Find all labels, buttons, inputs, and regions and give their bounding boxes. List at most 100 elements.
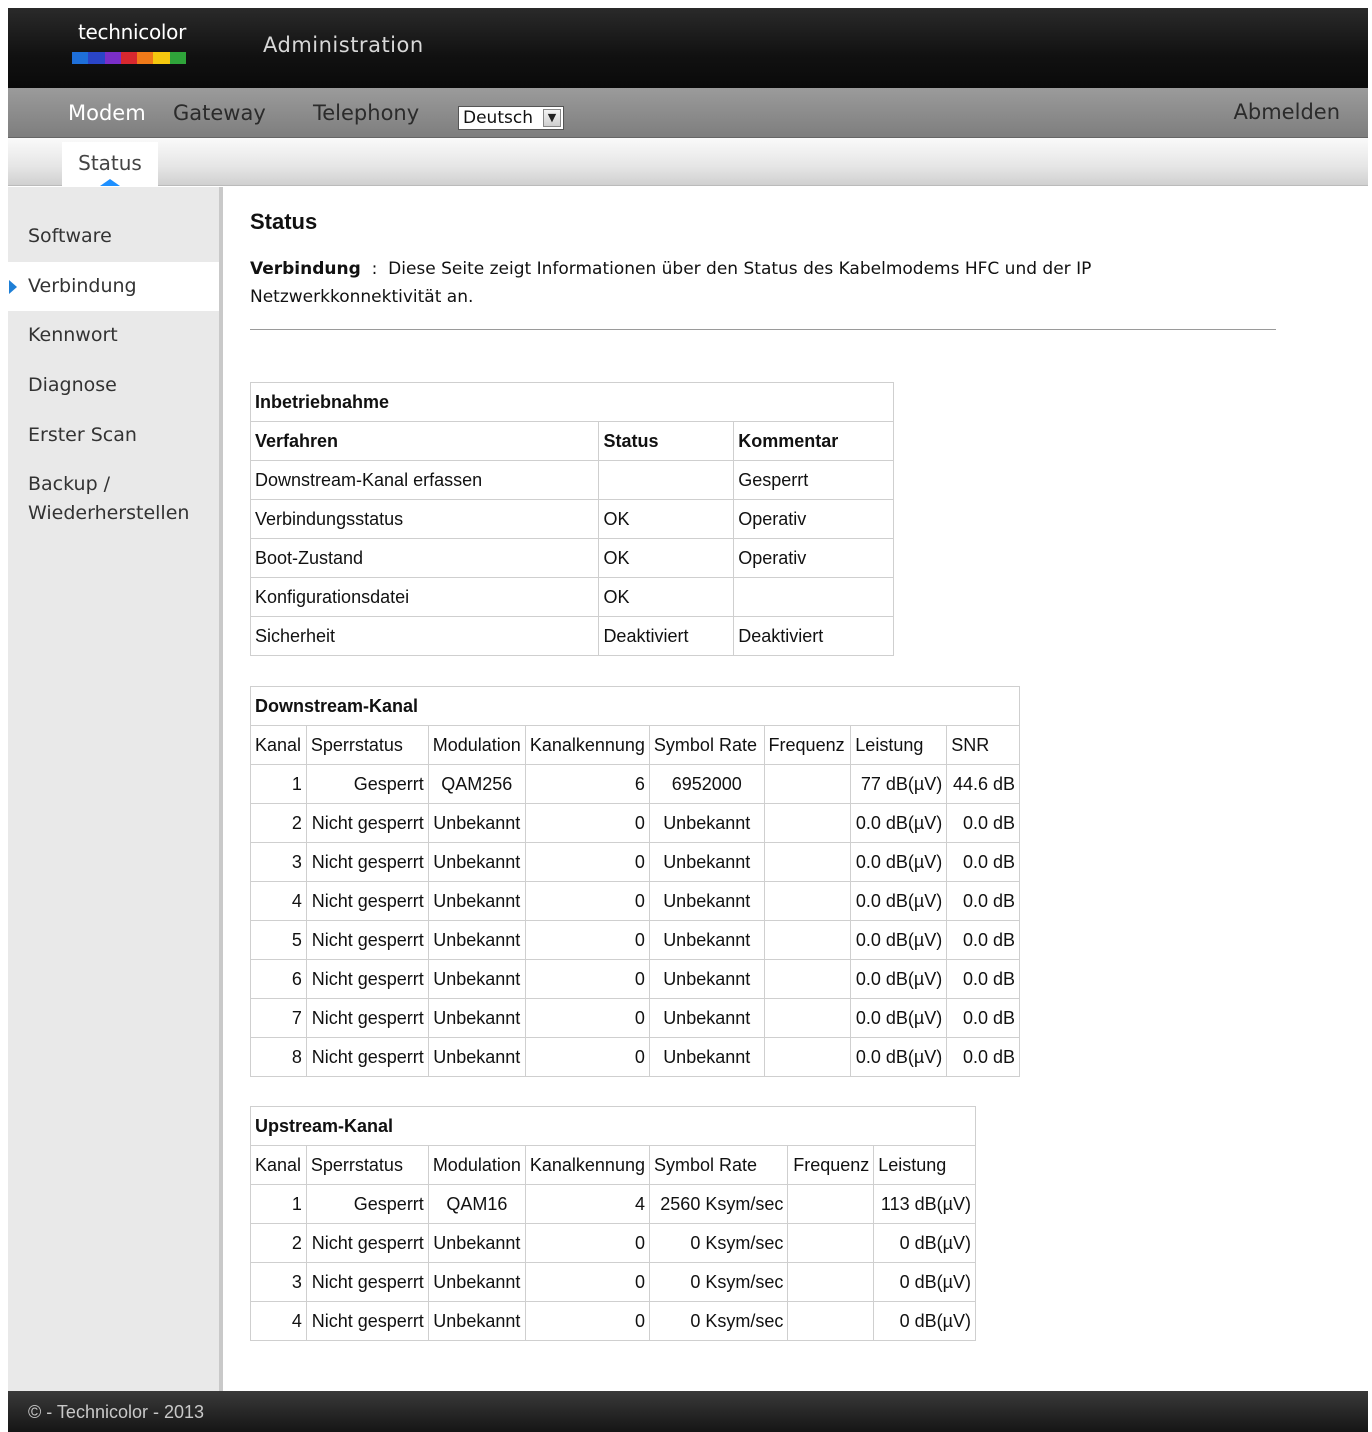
table-cell: 0.0 dB(µV) [850, 920, 948, 960]
table-cell: QAM256 [427, 764, 526, 804]
sidebar-item-software[interactable]: Software [8, 222, 219, 251]
table-cell: 0 [524, 1301, 650, 1341]
table-cell [733, 577, 894, 617]
header-row: Kanal Sperrstatus Modulation Kanalkennun… [250, 1145, 976, 1185]
table-cell: Deaktiviert [598, 616, 735, 656]
main-nav: Modem Gateway Telephony Deutsch ▼ Abmeld… [8, 88, 1368, 138]
table-cell: 0.0 dB [946, 1037, 1020, 1077]
downstream-table: Downstream-Kanal Kanal Sperrstatus Modul… [250, 686, 1020, 1077]
table-cell [787, 1262, 875, 1302]
description-text: : Diese Seite zeigt Informationen über d… [360, 259, 1092, 279]
table-row: Downstream-Kanal erfassen Gesperrt [249, 460, 894, 500]
table-cell: 0 Ksym/sec [648, 1223, 789, 1263]
table-cell: Nicht gesperrt [305, 998, 429, 1038]
table-cell: 6952000 [648, 764, 765, 804]
table-cell: 0 Ksym/sec [648, 1301, 789, 1341]
nav-item-modem[interactable]: Modem [68, 101, 146, 125]
page-description: Verbindung : Diese Seite zeigt Informati… [250, 255, 1170, 311]
language-value: Deutsch [463, 108, 533, 128]
table-cell: Downstream-Kanal erfassen [249, 460, 600, 500]
logo[interactable]: technicolor [78, 20, 186, 44]
table-cell: 5 [250, 920, 307, 960]
sidebar-item-kennwort[interactable]: Kennwort [8, 321, 219, 350]
sidebar: Software Verbindung Kennwort Diagnose Er… [8, 187, 223, 1391]
table-row: 3 Nicht gesperrt Unbekannt 0 Unbekannt 0… [250, 842, 1020, 882]
table-cell: 0 [524, 881, 650, 921]
table-row: Sicherheit Deaktiviert Deaktiviert [249, 616, 894, 656]
table-cell: 8 [250, 1037, 307, 1077]
table-cell: Verbindungsstatus [249, 499, 600, 539]
table-cell: Unbekannt [648, 881, 765, 921]
column-header: SNR [946, 725, 1020, 765]
table-cell: 1 [250, 1184, 307, 1224]
table-cell: 0.0 dB [946, 959, 1020, 999]
table-cell: Unbekannt [427, 803, 526, 843]
table-cell: 4 [250, 881, 307, 921]
table-cell: Unbekannt [648, 842, 765, 882]
sub-nav: Status [8, 138, 1368, 186]
table-cell: 0.0 dB(µV) [850, 998, 948, 1038]
table-cell: 77 dB(µV) [850, 764, 948, 804]
column-header: Frequenz [787, 1145, 875, 1185]
upstream-table: Upstream-Kanal Kanal Sperrstatus Modulat… [250, 1106, 976, 1341]
column-header: Leistung [850, 725, 948, 765]
table-cell: Unbekannt [648, 998, 765, 1038]
table-cell: 0 [524, 920, 650, 960]
table-row: 7 Nicht gesperrt Unbekannt 0 Unbekannt 0… [250, 998, 1020, 1038]
description-label: Verbindung [250, 259, 361, 279]
table-cell: 0.0 dB [946, 920, 1020, 960]
table-cell: Nicht gesperrt [305, 1262, 429, 1302]
logo-stripe [137, 52, 154, 64]
table-row: Boot-Zustand OK Operativ [249, 538, 894, 578]
sidebar-item-verbindung[interactable]: Verbindung [8, 262, 219, 311]
logout-link[interactable]: Abmelden [1234, 100, 1340, 124]
column-header: Modulation [427, 1145, 526, 1185]
table-cell: Nicht gesperrt [305, 881, 429, 921]
footer: © - Technicolor - 2013 [8, 1391, 1368, 1432]
table-cell: Unbekannt [427, 920, 526, 960]
chevron-down-icon[interactable]: ▼ [543, 109, 561, 127]
table-cell: Sicherheit [249, 616, 600, 656]
sidebar-item-diagnose[interactable]: Diagnose [8, 371, 219, 400]
table-cell [598, 460, 735, 500]
table-cell: Deaktiviert [733, 616, 894, 656]
language-select[interactable]: Deutsch ▼ [458, 106, 564, 130]
column-header: Modulation [427, 725, 526, 765]
table-cell: Nicht gesperrt [305, 1037, 429, 1077]
table-cell: 0 [524, 959, 650, 999]
table-caption: Inbetriebnahme [250, 382, 894, 422]
sidebar-item-backup[interactable]: Backup / Wiederherstellen [8, 470, 219, 528]
nav-item-telephony[interactable]: Telephony [313, 101, 419, 125]
table-row: 3 Nicht gesperrt Unbekannt 0 0 Ksym/sec … [250, 1262, 976, 1302]
nav-item-gateway[interactable]: Gateway [173, 101, 266, 125]
table-cell [763, 959, 852, 999]
header-row: Kanal Sperrstatus Modulation Kanalkennun… [250, 725, 1020, 765]
table-cell: 0 [524, 1037, 650, 1077]
table-cell: 0 Ksym/sec [648, 1262, 789, 1302]
table-cell: Unbekannt [427, 1223, 526, 1263]
copyright-text: © - Technicolor - 2013 [28, 1402, 205, 1422]
sidebar-item-label: Verbindung [28, 275, 137, 297]
table-cell: Nicht gesperrt [305, 803, 429, 843]
table-cell: 113 dB(µV) [873, 1184, 976, 1224]
table-cell [763, 764, 852, 804]
table-cell: Unbekannt [427, 881, 526, 921]
tab-status[interactable]: Status [62, 142, 158, 186]
app-title: Administration [263, 33, 424, 57]
active-tab-caret-icon [100, 179, 120, 186]
table-cell: 6 [524, 764, 650, 804]
table-cell: 0 dB(µV) [873, 1223, 976, 1263]
column-header: Status [598, 421, 735, 461]
sidebar-item-label: Wiederherstellen [28, 502, 190, 524]
table-cell [787, 1184, 875, 1224]
table-cell: Nicht gesperrt [305, 920, 429, 960]
column-header: Sperrstatus [305, 725, 429, 765]
table-cell: Gesperrt [305, 1184, 429, 1224]
sidebar-item-erster-scan[interactable]: Erster Scan [8, 421, 219, 450]
table-cell: 0.0 dB(µV) [850, 842, 948, 882]
table-cell: Operativ [733, 538, 894, 578]
logo-stripe [153, 52, 170, 64]
table-cell [763, 881, 852, 921]
table-caption: Upstream-Kanal [250, 1106, 976, 1146]
table-cell: Boot-Zustand [249, 538, 600, 578]
